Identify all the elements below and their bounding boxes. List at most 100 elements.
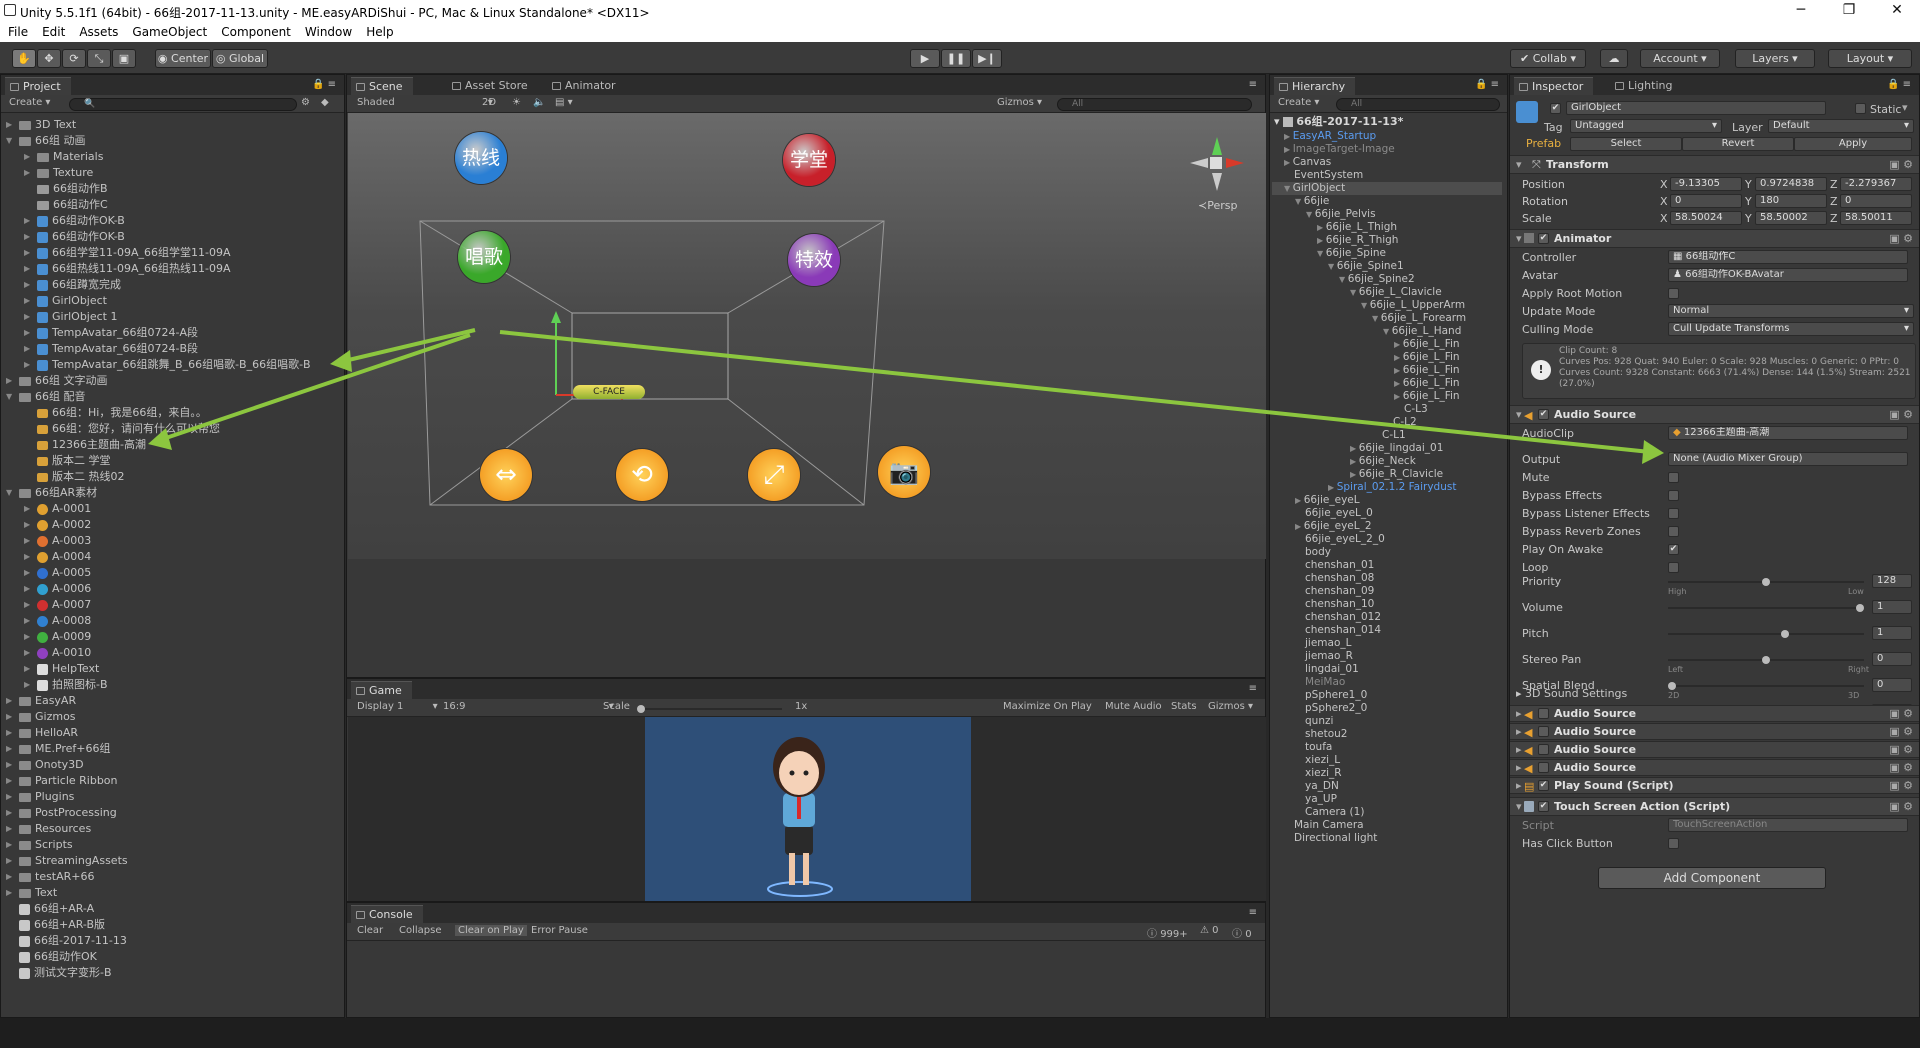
collapsed-arrow-icon[interactable]: ▶ bbox=[6, 805, 12, 821]
hierarchy-item[interactable]: jiemao_R bbox=[1295, 650, 1353, 663]
collapsed-arrow-icon[interactable]: ▶ bbox=[24, 501, 30, 517]
hotline-button[interactable]: 热线 bbox=[455, 132, 507, 184]
collapsed-arrow-icon[interactable]: ▶ bbox=[1328, 483, 1337, 492]
scale-tool-icon[interactable]: ⤡ bbox=[87, 49, 111, 68]
collapsed-arrow-icon[interactable]: ▶ bbox=[6, 709, 12, 725]
project-asset-row[interactable]: ▶ 66组学堂11-09A_66组学堂11-09A bbox=[24, 245, 230, 261]
collapsed-arrow-icon[interactable]: ▶ bbox=[24, 309, 30, 325]
collapsed-arrow-icon[interactable]: ▶ bbox=[24, 613, 30, 629]
expanded-arrow-icon[interactable]: ▼ bbox=[1361, 301, 1370, 310]
project-asset-row[interactable]: 66组动作C bbox=[25, 197, 108, 213]
hierarchy-item[interactable]: C-L3 bbox=[1394, 403, 1428, 416]
hierarchy-item[interactable]: chenshan_08 bbox=[1295, 572, 1374, 585]
hierarchy-item[interactable]: ▼ 66jie_Spine bbox=[1317, 247, 1386, 260]
volume-slider-knob[interactable] bbox=[1856, 604, 1864, 612]
component-settings-icon[interactable]: ▣ ⚙ bbox=[1889, 743, 1913, 756]
project-asset-row[interactable]: ▶ 66组动作OK-B bbox=[24, 229, 125, 245]
hierarchy-item[interactable]: qunzi bbox=[1295, 715, 1333, 728]
project-folder-row[interactable]: ▶ Particle Ribbon bbox=[6, 773, 118, 789]
scale-z-field[interactable]: 58.50011 bbox=[1840, 211, 1912, 225]
bypass-reverb-zones-checkbox[interactable] bbox=[1668, 526, 1679, 537]
project-asset-row[interactable]: ▶ A-0002 bbox=[24, 517, 91, 533]
component-settings-icon[interactable]: ▣ ⚙ bbox=[1889, 158, 1913, 171]
project-asset-row[interactable]: 66组-2017-11-13 bbox=[7, 933, 127, 949]
collapsed-arrow-icon[interactable]: ▶ bbox=[6, 757, 12, 773]
project-folder-row[interactable]: ▶ Text bbox=[6, 885, 57, 901]
hierarchy-item[interactable]: ▼ 66jie_Spine2 bbox=[1339, 273, 1415, 286]
expanded-arrow-icon[interactable]: ▼ bbox=[1295, 197, 1304, 206]
panel-menu-icon[interactable]: ≡ bbox=[1249, 683, 1257, 694]
scale-x-field[interactable]: 58.50024 bbox=[1670, 211, 1742, 225]
project-asset-row[interactable]: 66组动作B bbox=[25, 181, 108, 197]
maximize-on-play-toggle[interactable]: Maximize On Play bbox=[1003, 701, 1092, 712]
expanded-arrow-icon[interactable]: ▼ bbox=[6, 389, 12, 405]
hierarchy-item[interactable]: ▼ 66jie_L_Hand bbox=[1383, 325, 1461, 338]
project-folder-row[interactable]: ▶ HelloAR bbox=[6, 725, 78, 741]
project-asset-row[interactable]: ▶ 66组动作OK-B bbox=[24, 213, 125, 229]
project-asset-row[interactable]: ▶ A-0009 bbox=[24, 629, 91, 645]
component-settings-icon[interactable]: ▣ ⚙ bbox=[1889, 800, 1913, 813]
collapsed-arrow-icon[interactable]: ▶ bbox=[24, 293, 30, 309]
hierarchy-item[interactable]: ▶ 66jie_L_Fin bbox=[1394, 364, 1460, 377]
project-asset-row[interactable]: ▶ 66组蹲宽完成 bbox=[24, 277, 121, 293]
hierarchy-item[interactable]: chenshan_014 bbox=[1295, 624, 1381, 637]
culling-mode-dropdown[interactable]: Cull Update Transforms ▾ bbox=[1668, 322, 1914, 336]
stats-toggle[interactable]: Stats bbox=[1171, 701, 1197, 712]
hierarchy-item[interactable]: chenshan_012 bbox=[1295, 611, 1381, 624]
hierarchy-item[interactable]: shetou2 bbox=[1295, 728, 1347, 741]
project-asset-row[interactable]: ▶ GirlObject bbox=[24, 293, 107, 309]
pivot-center-button[interactable]: ◉ Center bbox=[155, 49, 211, 68]
project-folder-row[interactable]: ▶ Gizmos bbox=[6, 709, 76, 725]
collapsed-arrow-icon[interactable]: ▶ bbox=[1350, 470, 1359, 479]
fullscreen-icon[interactable]: ⤢ bbox=[748, 449, 800, 501]
update-mode-dropdown[interactable]: Normal ▾ bbox=[1668, 304, 1914, 318]
menu-component[interactable]: Component bbox=[213, 22, 297, 39]
tab-console[interactable]: Console bbox=[351, 905, 423, 923]
root-motion-checkbox[interactable] bbox=[1668, 288, 1679, 299]
position-z-field[interactable]: -2.279367 bbox=[1840, 177, 1912, 191]
hierarchy-item[interactable]: ▶ 66jie_Neck bbox=[1350, 455, 1416, 468]
pause-button[interactable]: ❚❚ bbox=[941, 49, 971, 68]
tab-scene[interactable]: Scene bbox=[351, 77, 413, 95]
collapsed-arrow-icon[interactable]: ▶ bbox=[6, 773, 12, 789]
scale-y-field[interactable]: 58.50002 bbox=[1755, 211, 1827, 225]
scene-viewport[interactable]: 热线 学堂 唱歌 特效 ⇔ ⟲ ⤢ 📷 C-FACE ≺Persp bbox=[348, 113, 1266, 559]
prefab-apply-button[interactable]: Apply bbox=[1794, 137, 1912, 151]
panel-menu-icon[interactable]: 🔒 ≡ bbox=[312, 79, 336, 90]
project-folder-row[interactable]: ▼ 66组AR素材 bbox=[6, 485, 97, 501]
output-field[interactable]: None (Audio Mixer Group) bbox=[1668, 452, 1908, 466]
collapsed-arrow-icon[interactable]: ▶ bbox=[1295, 496, 1304, 505]
console-error-toggle[interactable]: ⓘ 0 bbox=[1232, 925, 1252, 940]
avatar-field[interactable]: ♟ 66组动作OK-BAvatar bbox=[1668, 268, 1908, 282]
rotation-z-field[interactable]: 0 bbox=[1840, 194, 1912, 208]
console-error-pause-button[interactable]: Error Pause bbox=[531, 925, 588, 936]
animator-enabled-checkbox[interactable]: ✔ bbox=[1538, 233, 1549, 244]
minimize-button[interactable]: ─ bbox=[1786, 2, 1816, 18]
hierarchy-item[interactable]: EventSystem bbox=[1284, 169, 1363, 182]
pitch-slider-knob[interactable] bbox=[1780, 630, 1789, 638]
touch-screen-enabled-checkbox[interactable]: ✔ bbox=[1538, 801, 1549, 812]
collapsed-component-header[interactable]: ▸ ▤ ✔ Play Sound (Script) ▣ ⚙ bbox=[1510, 777, 1919, 794]
hierarchy-search-input[interactable]: All bbox=[1336, 98, 1500, 111]
collapsed-arrow-icon[interactable]: ▶ bbox=[24, 581, 30, 597]
prefab-revert-button[interactable]: Revert bbox=[1682, 137, 1794, 151]
collapsed-arrow-icon[interactable]: ▶ bbox=[24, 261, 30, 277]
collapsed-arrow-icon[interactable]: ▶ bbox=[1394, 353, 1403, 362]
project-folder-row[interactable]: ▶ ME.Pref+66组 bbox=[6, 741, 111, 757]
hierarchy-item[interactable]: chenshan_10 bbox=[1295, 598, 1374, 611]
filter-type-icon[interactable]: ⚙ bbox=[301, 97, 310, 108]
collapsed-arrow-icon[interactable]: ▶ bbox=[24, 549, 30, 565]
scale-slider[interactable] bbox=[637, 705, 782, 713]
stereo-pan-slider-knob[interactable] bbox=[1762, 656, 1770, 664]
menu-gameobject[interactable]: GameObject bbox=[124, 22, 213, 39]
hierarchy-item[interactable]: ▶ 66jie_eyeL bbox=[1295, 494, 1360, 507]
swap-icon[interactable]: ⇔ bbox=[480, 449, 532, 501]
project-asset-row[interactable]: ▶ A-0003 bbox=[24, 533, 91, 549]
stereo-pan-slider[interactable] bbox=[1668, 656, 1864, 664]
component-enabled-checkbox[interactable] bbox=[1538, 762, 1549, 773]
console-collapse-button[interactable]: Collapse bbox=[399, 925, 442, 936]
pitch-slider[interactable] bbox=[1668, 630, 1864, 638]
collapsed-arrow-icon[interactable]: ▶ bbox=[24, 341, 30, 357]
component-settings-icon[interactable]: ▣ ⚙ bbox=[1889, 707, 1913, 720]
project-folder-row[interactable]: ▶ Materials bbox=[24, 149, 103, 165]
